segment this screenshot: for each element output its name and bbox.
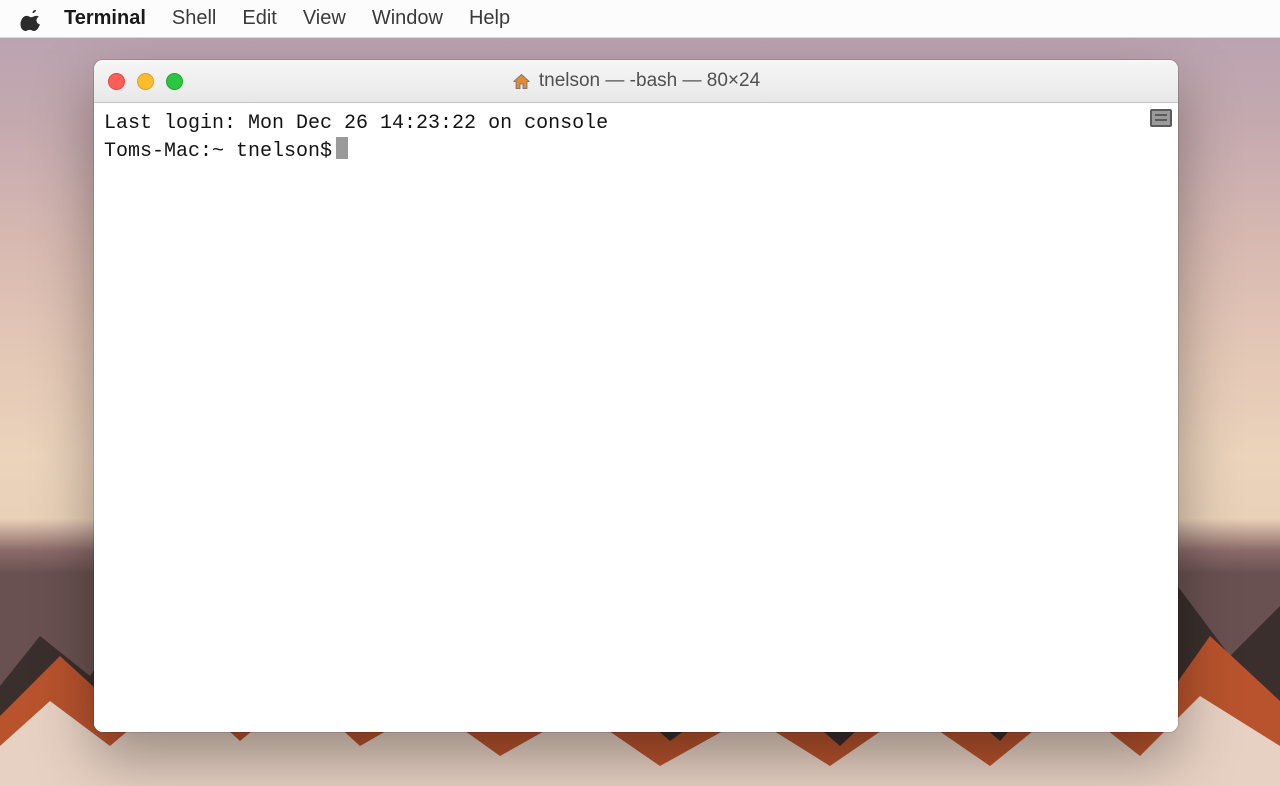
scrollbar-icon[interactable] (1150, 109, 1172, 127)
window-controls (108, 73, 183, 90)
window-titlebar[interactable]: tnelson — -bash — 80×24 (94, 60, 1178, 103)
terminal-prompt: Toms-Mac:~ tnelson$ (104, 140, 332, 163)
menu-shell[interactable]: Shell (172, 7, 216, 30)
window-title-text: tnelson — -bash — 80×24 (539, 70, 760, 92)
menubar-app-name[interactable]: Terminal (64, 7, 146, 30)
close-button[interactable] (108, 73, 125, 90)
apple-menu-icon[interactable] (20, 7, 42, 31)
terminal-cursor (336, 137, 348, 159)
menu-help[interactable]: Help (469, 7, 510, 30)
terminal-window: tnelson — -bash — 80×24 Last login: Mon … (94, 60, 1178, 732)
menu-edit[interactable]: Edit (242, 7, 276, 30)
menu-window[interactable]: Window (372, 7, 443, 30)
home-folder-icon (512, 73, 531, 90)
terminal-prompt-line: Toms-Mac:~ tnelson$ (104, 137, 1168, 165)
window-title: tnelson — -bash — 80×24 (94, 70, 1178, 92)
zoom-button[interactable] (166, 73, 183, 90)
terminal-output-line: Last login: Mon Dec 26 14:23:22 on conso… (104, 111, 1168, 137)
minimize-button[interactable] (137, 73, 154, 90)
menu-view[interactable]: View (303, 7, 346, 30)
macos-menubar: Terminal Shell Edit View Window Help (0, 0, 1280, 38)
terminal-body[interactable]: Last login: Mon Dec 26 14:23:22 on conso… (94, 103, 1178, 732)
